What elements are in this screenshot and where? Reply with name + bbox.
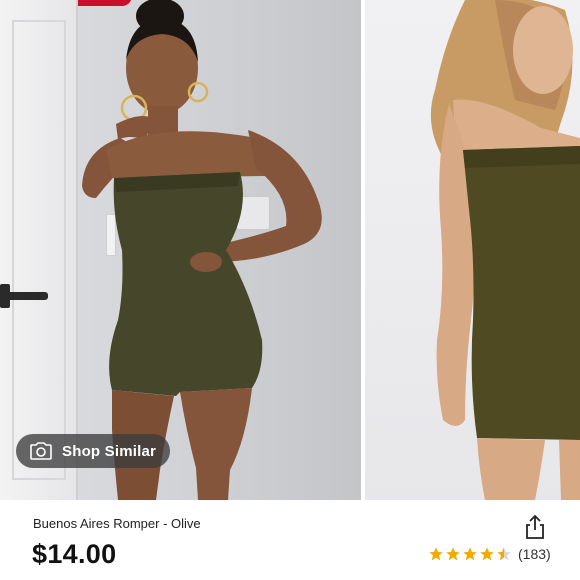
shop-similar-button[interactable]: Shop Similar (16, 434, 171, 468)
star-icon (446, 547, 460, 561)
product-price: $14.00 (32, 539, 117, 569)
share-icon[interactable] (524, 514, 546, 540)
star-icon (429, 547, 443, 561)
shop-similar-label: Shop Similar (62, 442, 157, 460)
product-photo-main[interactable]: Shop Similar (0, 0, 361, 500)
product-photo-side[interactable] (365, 0, 580, 500)
camera-icon (30, 442, 52, 460)
review-count[interactable]: (183) (518, 546, 551, 562)
product-rating[interactable]: (183) (428, 546, 551, 562)
star-icon (463, 547, 477, 561)
star-rating (428, 546, 512, 562)
product-title[interactable]: Buenos Aires Romper - Olive (33, 516, 201, 531)
star-icon (480, 547, 494, 561)
model-figure-main (82, 0, 322, 500)
product-image-gallery[interactable]: Shop Similar (0, 0, 580, 500)
product-info-panel: Buenos Aires Romper - Olive $14.00 (183) (0, 500, 580, 580)
star-half-icon (497, 547, 511, 561)
model-figure-side (430, 0, 580, 500)
